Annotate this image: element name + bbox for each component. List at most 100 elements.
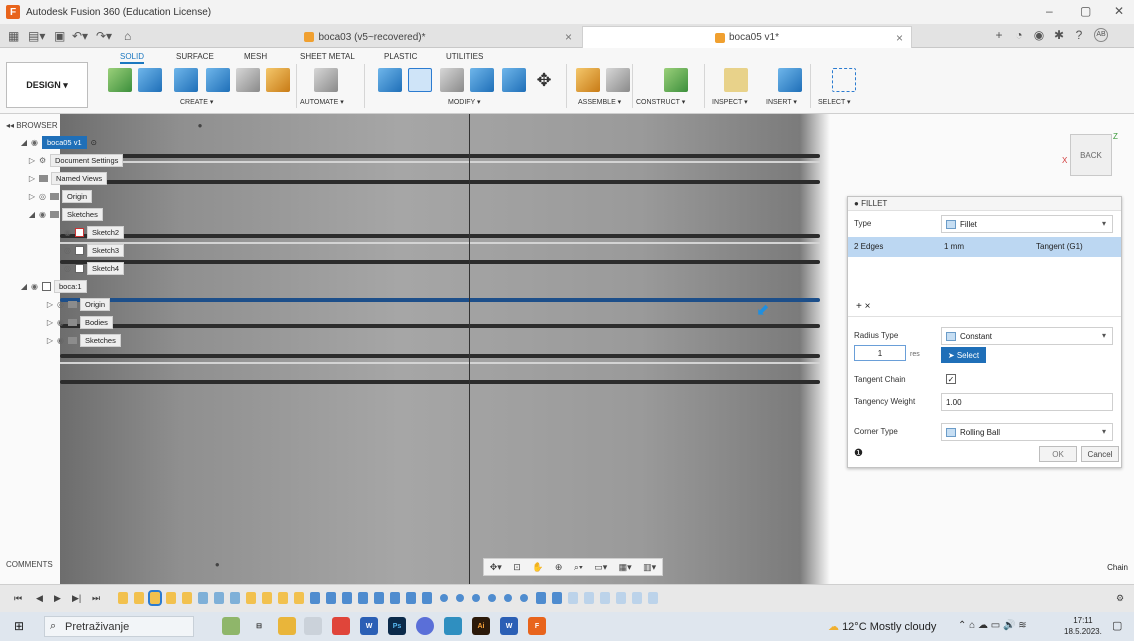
timeline-feature[interactable] bbox=[390, 592, 400, 604]
visibility-icon[interactable]: ◉ bbox=[57, 318, 65, 327]
timeline-feature[interactable] bbox=[504, 594, 512, 602]
tab-boca03[interactable]: boca03 (v5~recovered)* × bbox=[150, 26, 580, 48]
workspace-switcher[interactable]: DESIGN ▾ bbox=[6, 62, 88, 108]
bottle-groove[interactable] bbox=[60, 180, 820, 184]
timeline-settings-icon[interactable]: ⚙ bbox=[1116, 593, 1124, 604]
expand-icon[interactable]: ◢ bbox=[28, 210, 36, 219]
expand-icon[interactable]: ▷ bbox=[28, 192, 36, 201]
browser-node-named-views[interactable]: ▷ Named Views bbox=[28, 172, 108, 185]
timeline-feature[interactable] bbox=[552, 592, 562, 604]
type-select[interactable]: Fillet ▾ bbox=[941, 215, 1113, 233]
extensions-icon[interactable]: ◔ bbox=[1012, 28, 1026, 42]
timeline-feature[interactable] bbox=[166, 592, 176, 604]
select-button[interactable]: ➤ Select bbox=[941, 347, 986, 363]
timeline-feature[interactable] bbox=[148, 590, 162, 606]
revolve-icon[interactable] bbox=[174, 68, 198, 92]
tangency-weight-input[interactable]: 1.00 bbox=[941, 393, 1113, 411]
new-component-icon[interactable] bbox=[576, 68, 600, 92]
timeline-feature[interactable] bbox=[326, 592, 336, 604]
timeline-feature[interactable] bbox=[440, 594, 448, 602]
app-icon[interactable] bbox=[304, 617, 322, 635]
app-icon[interactable] bbox=[444, 617, 462, 635]
browser-node-sketches[interactable]: ◢ ◉ Sketches bbox=[28, 208, 103, 221]
activate-radio-icon[interactable]: ⊙ bbox=[91, 138, 97, 147]
radius-input[interactable]: 1 bbox=[854, 345, 906, 361]
system-tray-icons[interactable]: ⌃ ⌂ ☁ ▭ 🔊 ≋ bbox=[958, 620, 1027, 631]
step-forward-icon[interactable]: ▶| bbox=[72, 593, 81, 604]
assemble-menu[interactable]: ASSEMBLE ▾ bbox=[578, 98, 621, 106]
joint-icon[interactable] bbox=[606, 68, 630, 92]
bottle-groove[interactable] bbox=[60, 380, 820, 384]
visibility-icon[interactable]: ◉ bbox=[57, 336, 65, 345]
hole-icon[interactable] bbox=[206, 68, 230, 92]
create-sketch-icon[interactable] bbox=[108, 68, 132, 92]
timeline-feature[interactable] bbox=[488, 594, 496, 602]
word-icon[interactable]: W bbox=[500, 617, 518, 635]
collapse-icon[interactable]: ◂◂ bbox=[6, 121, 16, 130]
extrude-icon[interactable] bbox=[138, 68, 162, 92]
expand-icon[interactable]: ▷ bbox=[28, 174, 36, 183]
file-menu-icon[interactable]: ▤▾ bbox=[28, 29, 45, 43]
construct-menu[interactable]: CONSTRUCT ▾ bbox=[636, 98, 685, 106]
browser-root-node[interactable]: ◢ ◉ boca05 v1 ⊙ bbox=[20, 136, 97, 149]
timeline-feature[interactable] bbox=[198, 592, 208, 604]
bottle-groove[interactable] bbox=[60, 260, 820, 264]
bottle-groove[interactable] bbox=[60, 234, 820, 238]
play-icon[interactable]: ▶ bbox=[54, 593, 61, 604]
close-tab-icon[interactable]: × bbox=[565, 30, 572, 44]
notifications-icon[interactable]: ✱ bbox=[1052, 28, 1066, 42]
add-comment-icon[interactable]: ● bbox=[215, 560, 220, 569]
close-tab-icon[interactable]: × bbox=[896, 31, 903, 45]
user-avatar[interactable]: AB bbox=[1094, 28, 1108, 42]
timeline-feature[interactable] bbox=[600, 592, 610, 604]
timeline-feature[interactable] bbox=[182, 592, 192, 604]
timeline-feature[interactable] bbox=[278, 592, 288, 604]
expand-icon[interactable]: ▷ bbox=[46, 336, 54, 345]
offset-plane-icon[interactable] bbox=[664, 68, 688, 92]
timeline-feature[interactable] bbox=[472, 594, 480, 602]
go-to-end-icon[interactable]: ⏭ bbox=[92, 593, 100, 604]
timeline-feature[interactable] bbox=[584, 592, 594, 604]
timeline-feature[interactable] bbox=[632, 592, 642, 604]
expand-icon[interactable]: ▷ bbox=[28, 156, 36, 165]
maximize-button[interactable]: ▢ bbox=[1080, 4, 1091, 18]
ribbon-tab-mesh[interactable]: MESH bbox=[244, 52, 267, 61]
ok-button[interactable]: OK bbox=[1039, 446, 1077, 462]
visibility-icon[interactable]: ◎ bbox=[39, 192, 47, 201]
viewports-icon[interactable]: ▥▾ bbox=[643, 562, 656, 573]
pattern-icon[interactable] bbox=[236, 68, 260, 92]
timeline-feature[interactable] bbox=[422, 592, 432, 604]
display-settings-icon[interactable]: ▭▾ bbox=[594, 562, 607, 573]
radius-type-select[interactable]: Constant ▾ bbox=[941, 327, 1113, 345]
timeline-feature[interactable] bbox=[568, 592, 578, 604]
corner-type-select[interactable]: Rolling Ball ▾ bbox=[941, 423, 1113, 441]
timeline-feature[interactable] bbox=[342, 592, 352, 604]
browser-node-component-origin[interactable]: ▷ ◎ Origin bbox=[46, 298, 111, 311]
visibility-icon[interactable]: ◉ bbox=[31, 282, 39, 291]
insert-image-icon[interactable] bbox=[778, 68, 802, 92]
weather-widget[interactable]: ☁ 12°C Mostly cloudy bbox=[828, 620, 936, 633]
cancel-button[interactable]: Cancel bbox=[1081, 446, 1119, 462]
view-cube-face[interactable]: BACK bbox=[1080, 151, 1102, 160]
timeline-feature[interactable] bbox=[648, 592, 658, 604]
help-icon[interactable]: ? bbox=[1072, 28, 1086, 42]
look-at-icon[interactable]: ⊡ bbox=[513, 562, 521, 573]
chamfer-icon[interactable] bbox=[440, 68, 464, 92]
step-back-icon[interactable]: ◀ bbox=[36, 593, 43, 604]
timeline-feature[interactable] bbox=[456, 594, 464, 602]
word-icon[interactable]: W bbox=[360, 617, 378, 635]
browser-node-origin[interactable]: ▷ ◎ Origin bbox=[28, 190, 93, 203]
grid-settings-icon[interactable]: ▦▾ bbox=[619, 562, 632, 573]
visibility-icon[interactable]: ◉ bbox=[39, 210, 47, 219]
close-button[interactable]: ✕ bbox=[1114, 4, 1124, 18]
automate-icon[interactable] bbox=[314, 68, 338, 92]
browser-node-document-settings[interactable]: ▷ ⚙ Document Settings bbox=[28, 154, 124, 167]
browser-node-sketch4[interactable]: ◎ Sketch4 bbox=[64, 262, 125, 275]
chrome-icon[interactable] bbox=[332, 617, 350, 635]
timeline-feature[interactable] bbox=[230, 592, 240, 604]
modify-menu[interactable]: MODIFY ▾ bbox=[448, 98, 481, 106]
tangent-chain-checkbox[interactable]: ✓ bbox=[946, 374, 956, 384]
timeline-feature[interactable] bbox=[358, 592, 368, 604]
file-explorer-icon[interactable] bbox=[278, 617, 296, 635]
bottle-groove[interactable] bbox=[60, 354, 820, 358]
